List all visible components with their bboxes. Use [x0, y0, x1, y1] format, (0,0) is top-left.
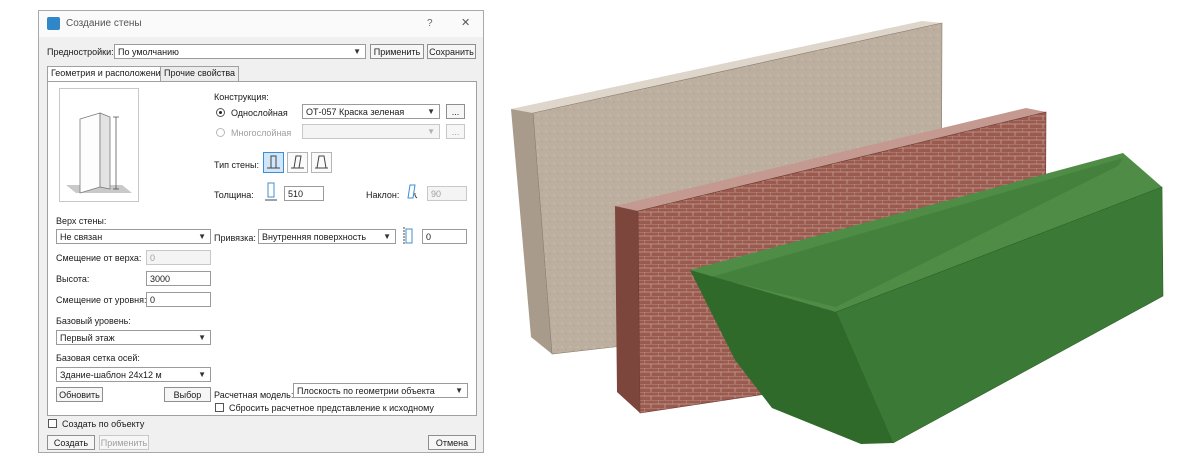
single-layer-label: Однослойная	[231, 108, 288, 118]
reset-calc-checkbox[interactable]	[215, 403, 224, 412]
thickness-input[interactable]: 510	[284, 186, 324, 201]
offset-top-input[interactable]: 0	[146, 250, 211, 265]
multi-layer-label: Многослойная	[231, 128, 292, 138]
help-button[interactable]: ?	[427, 18, 433, 30]
grid-select[interactable]: Здание-шаблон 24х12 м ▼	[56, 367, 211, 382]
tab-other-properties[interactable]: Прочие свойства	[160, 66, 240, 81]
wall-top-label: Верх стены:	[56, 216, 107, 226]
create-by-object-label: Создать по объекту	[62, 419, 145, 429]
binding-icon	[401, 226, 417, 248]
wall-type-trapezoid-button[interactable]	[311, 152, 332, 173]
slope-input[interactable]: 90	[427, 186, 467, 201]
wall-type-vertical-button[interactable]	[263, 152, 284, 173]
offset-level-label: Смещение от уровня:	[56, 295, 147, 305]
wall-trapezoid-icon	[315, 155, 328, 169]
create-button[interactable]: Создать	[47, 435, 95, 450]
create-by-object-checkbox[interactable]	[48, 419, 57, 428]
chevron-down-icon: ▼	[383, 232, 391, 241]
chevron-down-icon: ▼	[427, 127, 435, 136]
binding-label: Привязка:	[214, 233, 256, 243]
calc-model-select[interactable]: Плоскость по геометрии объекта ▼	[293, 383, 468, 398]
wall-inclined-icon	[291, 155, 304, 169]
chevron-down-icon: ▼	[455, 386, 463, 395]
material-more-button[interactable]: ...	[446, 104, 465, 119]
title-bar: Создание стены ? ✕	[39, 11, 483, 37]
multi-layer-more-button[interactable]: ...	[446, 124, 465, 139]
app-icon	[47, 17, 60, 30]
apply-preset-button[interactable]: Применить	[370, 44, 424, 59]
presets-label: Предностройки:	[47, 47, 114, 57]
offset-level-input[interactable]: 0	[146, 292, 211, 307]
walls-3d-illustration	[511, 21, 1164, 444]
construction-label: Конструкция:	[214, 92, 269, 102]
save-preset-button[interactable]: Сохранить	[427, 44, 476, 59]
multi-layer-select[interactable]: ▼	[302, 124, 440, 139]
thickness-icon	[262, 181, 280, 205]
chevron-down-icon: ▼	[198, 232, 206, 241]
offset-top-label: Смещение от верха:	[56, 253, 142, 263]
create-wall-dialog: Создание стены ? ✕ Предностройки: По умо…	[38, 10, 484, 453]
chevron-down-icon: ▼	[198, 333, 206, 342]
wall-top-select[interactable]: Не связан ▼	[56, 229, 211, 244]
height-input[interactable]: 3000	[146, 271, 211, 286]
chevron-down-icon: ▼	[427, 107, 435, 116]
slope-icon	[404, 182, 424, 204]
cancel-button[interactable]: Отмена	[428, 435, 476, 450]
wall-vertical-icon	[267, 155, 280, 169]
close-button[interactable]: ✕	[461, 17, 470, 29]
calc-model-value: Плоскость по геометрии объекта	[297, 386, 435, 396]
binding-value: Внутренняя поверхность	[262, 232, 367, 242]
grid-value: Здание-шаблон 24х12 м	[60, 370, 162, 380]
presets-select[interactable]: По умолчанию ▼	[114, 44, 366, 59]
grid-label: Базовая сетка осей:	[56, 353, 140, 363]
base-level-label: Базовый уровень:	[56, 316, 131, 326]
wall-type-inclined-button[interactable]	[287, 152, 308, 173]
apply-button[interactable]: Применить	[99, 435, 149, 450]
base-level-value: Первый этаж	[60, 333, 115, 343]
dialog-title: Создание стены	[66, 18, 142, 29]
chevron-down-icon: ▼	[353, 47, 361, 56]
wall-preview	[59, 88, 139, 202]
wall-top-value: Не связан	[60, 232, 103, 242]
presets-value: По умолчанию	[118, 47, 179, 57]
wall-type-label: Тип стены:	[214, 160, 259, 170]
reset-calc-label: Сбросить расчетное представление к исход…	[229, 403, 434, 413]
base-level-select[interactable]: Первый этаж ▼	[56, 330, 211, 345]
binding-select[interactable]: Внутренняя поверхность ▼	[258, 229, 396, 244]
choose-button[interactable]: Выбор	[164, 387, 211, 402]
slope-label: Наклон:	[366, 190, 400, 200]
binding-offset-input[interactable]: 0	[422, 229, 467, 244]
material-value: ОТ-057 Краска зеленая	[306, 107, 405, 117]
single-layer-radio[interactable]	[216, 108, 225, 117]
material-select[interactable]: ОТ-057 Краска зеленая ▼	[302, 104, 440, 119]
wall-preview-icon	[66, 112, 132, 194]
thickness-label: Толщина:	[214, 190, 254, 200]
refresh-button[interactable]: Обновить	[56, 387, 103, 402]
calc-model-label: Расчетная модель:	[214, 390, 294, 400]
multi-layer-radio[interactable]	[216, 128, 225, 137]
height-label: Высота:	[56, 274, 90, 284]
geometry-panel: Верх стены: Не связан ▼ Смещение от верх…	[47, 81, 477, 416]
chevron-down-icon: ▼	[198, 370, 206, 379]
tab-geometry[interactable]: Геометрия и расположение	[47, 66, 170, 82]
